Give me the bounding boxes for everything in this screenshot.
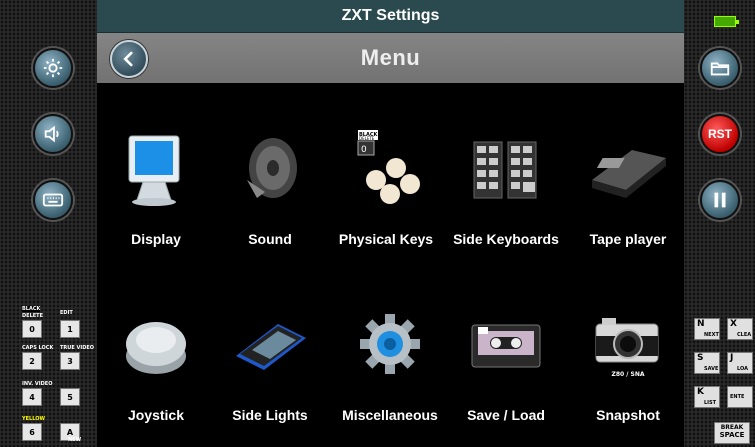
snapshot-icon-text: Z80 / SNA bbox=[611, 371, 644, 378]
menu-item-side-keyboards[interactable]: Side Keyboards bbox=[447, 103, 565, 263]
key-4[interactable]: 4 bbox=[22, 388, 42, 406]
menu-item-save-load[interactable]: Save / Load bbox=[447, 279, 565, 439]
key-letter: S bbox=[697, 353, 704, 363]
key-word: ENTE bbox=[730, 394, 745, 400]
menu-item-label: Side Keyboards bbox=[453, 231, 559, 247]
key-word: LOA bbox=[737, 366, 748, 372]
key-word: BREAK bbox=[720, 424, 744, 431]
open-button[interactable] bbox=[700, 48, 740, 88]
key-label: DELETE bbox=[22, 313, 43, 319]
speaker-cone-icon bbox=[230, 123, 310, 213]
settings-gear-icon bbox=[43, 58, 63, 78]
key-0[interactable]: 0 bbox=[22, 320, 42, 338]
key-1[interactable]: 1 bbox=[60, 320, 80, 338]
cassette-recorder-icon bbox=[588, 123, 668, 213]
left-rail: BLACK DELETE 0 EDIT 1 CAPS LOCK 2 TRUE V… bbox=[0, 0, 97, 447]
key-2[interactable]: 2 bbox=[22, 352, 42, 370]
tablet-icon bbox=[230, 299, 310, 389]
menu-item-label: Side Lights bbox=[232, 407, 308, 423]
key-word: LIST bbox=[704, 400, 717, 406]
key-label: TRUE VIDEO bbox=[60, 345, 95, 351]
menu-item-display[interactable]: Display bbox=[97, 103, 215, 263]
key-word: NEXT bbox=[704, 332, 719, 338]
camera-icon: Z80 / SNA bbox=[588, 299, 668, 389]
pause-button[interactable] bbox=[700, 180, 740, 220]
key-5[interactable]: 5 bbox=[60, 388, 80, 406]
right-rail: RST N NEXT X CLEA S SAVE J LOA K LIST EN… bbox=[684, 0, 755, 447]
chevron-left-icon bbox=[123, 51, 133, 67]
menu-item-label: Snapshot bbox=[596, 407, 660, 423]
key-word: CLEA bbox=[737, 332, 752, 338]
reset-label: RST bbox=[708, 127, 732, 141]
sound-button[interactable] bbox=[33, 114, 73, 154]
menu-item-snapshot[interactable]: Z80 / SNA Snapshot bbox=[569, 279, 687, 439]
menu-item-label: Display bbox=[131, 231, 181, 247]
monitor-icon bbox=[116, 123, 196, 213]
key-label: NEW bbox=[68, 437, 82, 443]
cassette-tape-icon bbox=[466, 299, 546, 389]
gear-icon bbox=[350, 299, 430, 389]
menu-grid: Display Sound BLACK DELETE 0 Physical Ke… bbox=[97, 83, 684, 447]
page-title: Menu bbox=[360, 45, 421, 70]
menu-item-joystick[interactable]: Joystick bbox=[97, 279, 215, 439]
settings-button[interactable] bbox=[33, 48, 73, 88]
key-letter: J bbox=[730, 353, 734, 363]
key-letter: K bbox=[697, 387, 704, 397]
key-label: YELLOW bbox=[22, 416, 45, 422]
menu-item-label: Joystick bbox=[127, 407, 185, 423]
speaker-icon bbox=[44, 125, 59, 143]
menu-item-physical-keys[interactable]: BLACK DELETE 0 Physical Keys bbox=[327, 103, 445, 263]
menu-item-miscellaneous[interactable]: Miscellaneous bbox=[331, 279, 449, 439]
back-button[interactable] bbox=[110, 40, 148, 78]
menu-bar: Menu bbox=[97, 33, 684, 83]
keyboard-icon bbox=[42, 193, 64, 207]
key-label: 0 bbox=[361, 145, 367, 155]
key-label: EDIT bbox=[60, 310, 73, 316]
keyboard-panels-icon bbox=[466, 123, 546, 213]
break-space-key[interactable]: BREAK SPACE bbox=[714, 422, 750, 444]
key-letter: N bbox=[697, 319, 705, 329]
key-3[interactable]: 3 bbox=[60, 352, 80, 370]
menu-item-label: Physical Keys bbox=[338, 231, 434, 247]
keycaps-icon: BLACK DELETE 0 bbox=[346, 123, 426, 213]
menu-item-sound[interactable]: Sound bbox=[211, 103, 329, 263]
pause-icon bbox=[714, 192, 726, 208]
key-word: SAVE bbox=[704, 366, 719, 372]
battery-icon bbox=[714, 16, 739, 27]
title-bar: ZXT Settings bbox=[97, 0, 684, 33]
key-label: DELETE bbox=[359, 136, 375, 141]
key-label: CAPS LOCK bbox=[22, 345, 54, 351]
key-letter: X bbox=[730, 319, 737, 329]
menu-item-side-lights[interactable]: Side Lights bbox=[211, 279, 329, 439]
menu-item-label: Save / Load bbox=[467, 407, 545, 423]
menu-item-tape-player[interactable]: Tape player bbox=[569, 103, 687, 263]
key-6[interactable]: 6 bbox=[22, 423, 42, 441]
key-word: SPACE bbox=[719, 431, 745, 439]
keyboard-button[interactable] bbox=[33, 180, 73, 220]
folder-icon bbox=[710, 62, 730, 76]
reset-button[interactable]: RST bbox=[700, 114, 740, 154]
menu-item-label: Tape player bbox=[589, 231, 667, 247]
window-title: ZXT Settings bbox=[341, 7, 440, 24]
key-label: INV. VIDEO bbox=[22, 381, 53, 387]
menu-item-label: Miscellaneous bbox=[342, 407, 438, 423]
key-label: BLACK bbox=[22, 306, 41, 312]
joystick-icon bbox=[116, 299, 196, 389]
menu-item-label: Sound bbox=[248, 231, 292, 247]
